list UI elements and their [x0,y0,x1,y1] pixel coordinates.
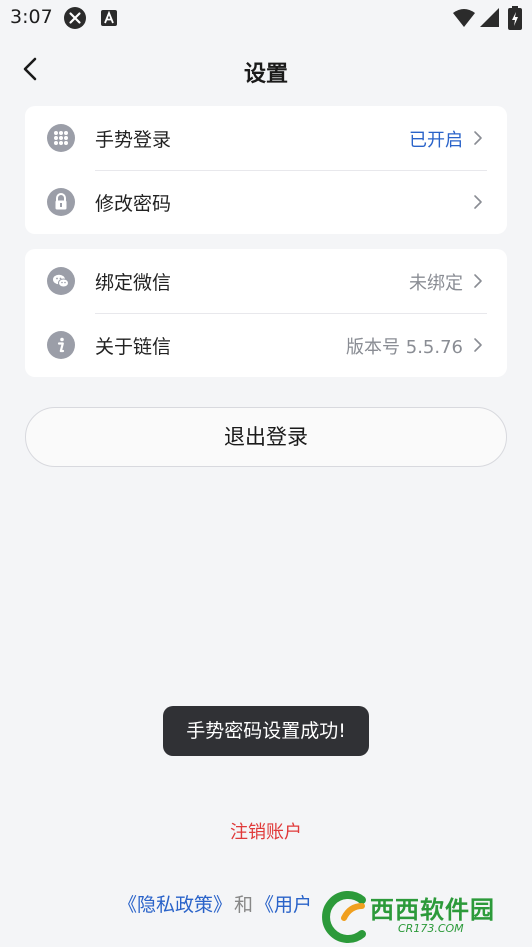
gesture-login-row[interactable]: 手势登录 已开启 [25,106,507,170]
change-password-label: 修改密码 [95,193,172,215]
cell-signal-icon [480,8,499,27]
info-icon [47,331,75,359]
delete-account-link[interactable]: 注销账户 [0,818,532,844]
version-number: 版本号 5.5.76 [346,337,463,358]
bind-wechat-row[interactable]: 绑定微信 未绑定 [25,249,507,313]
lock-icon [47,188,75,216]
app-x-notification-icon [64,7,86,29]
bind-wechat-label: 绑定微信 [95,272,172,294]
watermark-subtext: CR173.COM [398,922,464,935]
about-row[interactable]: 关于链信 版本号 5.5.76 [25,313,507,377]
app-a-notification-icon [101,10,117,26]
chevron-right-icon [474,195,482,209]
wechat-bind-status: 未绑定 [409,273,463,294]
wechat-icon [47,267,75,295]
keypad-dots-icon [47,124,75,152]
chevron-right-icon [474,274,482,288]
watermark-text: 西西软件园 [370,896,495,924]
change-password-row[interactable]: 修改密码 [25,170,507,234]
site-watermark-logo: 西西软件园 CR173.COM [316,888,532,947]
about-label: 关于链信 [95,336,172,358]
gesture-login-label: 手势登录 [95,129,172,151]
account-info-card: 绑定微信 未绑定 关于链信 版本号 5.5.76 [25,249,507,377]
gesture-login-status: 已开启 [409,130,463,151]
privacy-policy-link[interactable]: 《隐私政策》 [118,894,232,916]
user-agreement-link[interactable]: 《用户 [255,894,312,916]
footer-and-text: 和 [234,894,254,916]
page-title: 设置 [243,62,288,87]
chevron-right-icon [474,131,482,145]
status-bar: 3:07 [0,0,532,36]
nav-bar: 设置 [0,40,532,100]
footer-links: 《隐私政策》和《用户 [118,890,312,917]
security-settings-card: 手势登录 已开启 修改密码 [25,106,507,234]
toast-message: 手势密码设置成功! [163,706,369,756]
wifi-icon [453,9,475,27]
battery-charging-icon [508,6,522,30]
logout-button[interactable]: 退出登录 [25,407,507,467]
chevron-right-icon [474,338,482,352]
status-time: 3:07 [10,6,53,28]
